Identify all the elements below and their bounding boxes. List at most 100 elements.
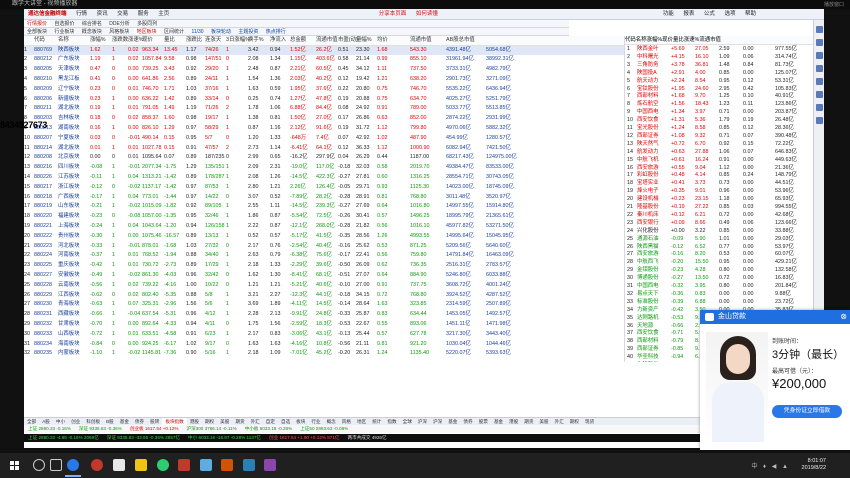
app-word-icon[interactable] xyxy=(243,459,255,471)
table-row[interactable]: 18 880220 福建板块 -0.23 0 -0.08 1057.00 -1.35 0.95 3… xyxy=(24,212,624,222)
table-row[interactable]: 20 880222 贵州板块 -0.30 1 0.00 1075.46 -16.57 0.89 1… xyxy=(24,232,624,242)
market-tab[interactable]: 债券 xyxy=(460,418,475,425)
index-quote[interactable]: 上证50 2893.63 -0.08% xyxy=(296,425,352,433)
column-header[interactable]: 代码 xyxy=(625,37,636,43)
tab-hot[interactable]: 热点排行 xyxy=(263,28,289,35)
table-row[interactable]: 22 880224 河南板块 -0.37 1 0.01 768.52 -1.94 0.88 34/… xyxy=(24,251,624,261)
tab-date[interactable]: 11/30 xyxy=(188,28,206,35)
market-tab[interactable]: 期权 xyxy=(567,418,582,425)
market-tab[interactable]: 行业 xyxy=(308,418,323,425)
market-tab[interactable]: 美股 xyxy=(536,418,551,425)
market-tab[interactable]: 债券 xyxy=(132,418,147,425)
menu-item-service[interactable]: 服务 xyxy=(134,9,153,19)
column-header[interactable]: 现价 xyxy=(662,37,673,43)
table-row[interactable]: 6 880206 新疆板块 0.23 1 0.00 636.22 1.42 0.89 33/14 0… xyxy=(24,95,624,105)
app-tdx-icon[interactable] xyxy=(178,459,190,471)
menu-item-quotes[interactable]: 行情 xyxy=(72,9,91,19)
menu-options[interactable]: 选项 xyxy=(720,9,739,19)
table-row[interactable]: 3 880205 天津板块 0.47 0 0.00 739.25 3.43 0.92 29/20 1… xyxy=(24,65,624,75)
menu-formula[interactable]: 公式 xyxy=(700,9,719,19)
toolbar-icon[interactable] xyxy=(816,52,823,59)
table-row[interactable]: 25 880228 云南板块 -0.56 1 0.02 739.22 -4.16 1.00 10/… xyxy=(24,281,624,291)
column-header[interactable]: 涨速% xyxy=(684,37,700,43)
market-tab[interactable]: 统计 xyxy=(369,418,384,425)
tab-quotes[interactable]: 行情报价 xyxy=(24,20,51,27)
market-tab[interactable]: 沪深 xyxy=(415,418,430,425)
table-row[interactable]: 28 880231 西藏板块 -0.66 1 -0.04 637.54 -5.31 0.96 4/… xyxy=(24,310,624,320)
column-header[interactable]: 涨跌比 xyxy=(186,36,202,46)
market-tab[interactable]: 基金 xyxy=(491,418,506,425)
market-tab[interactable]: 港股 xyxy=(187,418,202,425)
menu-report[interactable]: 报表 xyxy=(679,9,698,19)
market-tab[interactable]: 期货 xyxy=(232,418,247,425)
table-row[interactable]: 29 880232 甘肃板块 -0.70 1 0.00 892.64 -4.33 0.94 4/1… xyxy=(24,320,624,330)
column-header[interactable]: 名称 xyxy=(58,36,69,46)
market-tab[interactable]: 指数 xyxy=(384,418,399,425)
table-row[interactable]: 31 880234 海南板块 -0.84 0 0.00 924.25 -6.17 1.02 9/1… xyxy=(24,340,624,350)
app-red-icon[interactable] xyxy=(91,459,103,471)
tab-multi[interactable]: 多股同列 xyxy=(134,20,160,27)
table-row[interactable]: 17 880219 山东板块 -0.21 1 -0.02 1015.09 -1.82 0.92 8… xyxy=(24,202,624,212)
clock[interactable]: 8:01:07 2019/8/22 xyxy=(802,458,826,472)
browser-icon[interactable] xyxy=(113,459,125,471)
menu-share[interactable]: 分享本页面 xyxy=(375,9,411,19)
market-tab[interactable]: 中小 xyxy=(53,418,68,425)
ad-apply-button[interactable]: 凭身份证立即借款 xyxy=(772,405,842,418)
search-icon[interactable] xyxy=(33,459,45,471)
toolbar-icon[interactable] xyxy=(816,26,823,33)
recording-right[interactable]: 播放窗口 xyxy=(824,1,844,9)
column-header[interactable]: 3日涨幅% xyxy=(226,36,250,46)
table-row[interactable]: 9 880213 湖南板块 0.16 1 0.00 826.10 1.29 0.97 58/29 1… xyxy=(24,124,624,134)
app-blue-icon[interactable] xyxy=(200,459,212,471)
toolbar-icon[interactable] xyxy=(816,78,823,85)
market-tab[interactable]: 板块 xyxy=(293,418,308,425)
column-header[interactable]: 量比 xyxy=(164,36,175,46)
toolbar-icon[interactable] xyxy=(816,65,823,72)
market-tab[interactable]: 创业 xyxy=(68,418,83,425)
menu-item-trade[interactable]: 交易 xyxy=(113,9,132,19)
column-header[interactable]: 市盈(动) xyxy=(338,36,358,46)
menu-item-news[interactable]: 资讯 xyxy=(93,9,112,19)
table-row[interactable]: 14 880226 江苏板块 -0.11 1 0.04 1313.21 -1.42 0.89 17… xyxy=(24,173,624,183)
table-row[interactable]: 23 880225 重庆板块 -0.42 1 0.01 730.72 -2.73 0.89 17/… xyxy=(24,261,624,271)
market-tab[interactable]: 全部 xyxy=(24,418,39,425)
table-row[interactable]: 11 880214 湖北板块 0.01 1 0.01 1027.78 0.15 0.91 47/5… xyxy=(24,144,624,154)
market-tab[interactable]: 股票 xyxy=(476,418,491,425)
column-header[interactable]: 涨跌数 xyxy=(112,36,128,46)
market-tab[interactable]: 板块指数 xyxy=(162,418,187,425)
table-row[interactable]: 27 880230 青海板块 -0.63 1 0.07 325.31 -2.96 1.56 5/6… xyxy=(24,300,624,310)
table-row[interactable]: 8 880203 吉林板块 0.18 0 0.02 858.37 1.60 0.98 19/17 1… xyxy=(24,114,624,124)
tab-watchlist[interactable]: 自选报价 xyxy=(51,20,77,27)
table-row[interactable]: 15 880217 浙江板块 -0.12 0 -0.02 1137.17 -1.42 0.97 8… xyxy=(24,183,624,193)
market-tab[interactable]: 外汇 xyxy=(248,418,263,425)
market-tab[interactable]: 港股 xyxy=(506,418,521,425)
app-orange-icon[interactable] xyxy=(221,459,233,471)
index-quote[interactable]: 沪深300 3786.14 -0.11% xyxy=(182,425,240,433)
tab-concept[interactable]: 概念板块 xyxy=(79,28,105,35)
column-header[interactable]: 量幅% xyxy=(356,36,372,46)
market-tab[interactable]: 基金 xyxy=(445,418,460,425)
tab-interval[interactable]: 区间统计 xyxy=(161,28,187,35)
column-header[interactable]: 流通市值 xyxy=(410,36,432,46)
column-header[interactable]: 均价 xyxy=(377,36,388,46)
column-header[interactable]: 涨幅% xyxy=(90,36,106,46)
market-tab[interactable]: 自选 xyxy=(278,418,293,425)
close-icon[interactable]: ⊗ xyxy=(840,310,847,324)
tab-all-sectors[interactable]: 全部板块 xyxy=(24,28,50,35)
table-row[interactable]: 2 880212 广东板块 1.19 1 0.02 1057.84 9.58 0.98 147/5… xyxy=(24,55,624,65)
task-view-icon[interactable] xyxy=(50,459,62,471)
column-header[interactable]: 量比 xyxy=(673,37,684,43)
table-row[interactable]: 7 880211 湖北板块 0.19 1 0.01 791.05 1.49 1.19 71/26 2… xyxy=(24,104,624,114)
menu-help-read[interactable]: 如何读懂 xyxy=(412,9,442,19)
table-row[interactable]: 21 880223 河北板块 -0.33 1 -0.01 878.01 -1.68 1.03 27… xyxy=(24,242,624,252)
column-header[interactable]: AB股总市值 xyxy=(446,36,475,46)
index-quote[interactable]: 上证 2880.33 -0.16% xyxy=(24,425,75,433)
table-row[interactable]: 10 880207 宁夏板块 0.03 0 -0.01 490.14 0.15 0.95 5/7 0… xyxy=(24,134,624,144)
table-row[interactable]: 4 880210 黑龙江板 0.41 0 0.00 641.86 2.56 0.89 24/11 1… xyxy=(24,75,624,85)
market-tab[interactable]: 地区 xyxy=(354,418,369,425)
column-header[interactable]: 名称 xyxy=(636,37,647,43)
market-tab[interactable]: 自定 xyxy=(263,418,278,425)
column-header[interactable]: 涨幅% xyxy=(647,37,663,43)
app-purple-icon[interactable] xyxy=(264,459,276,471)
toolbar-icon[interactable] xyxy=(816,117,823,124)
